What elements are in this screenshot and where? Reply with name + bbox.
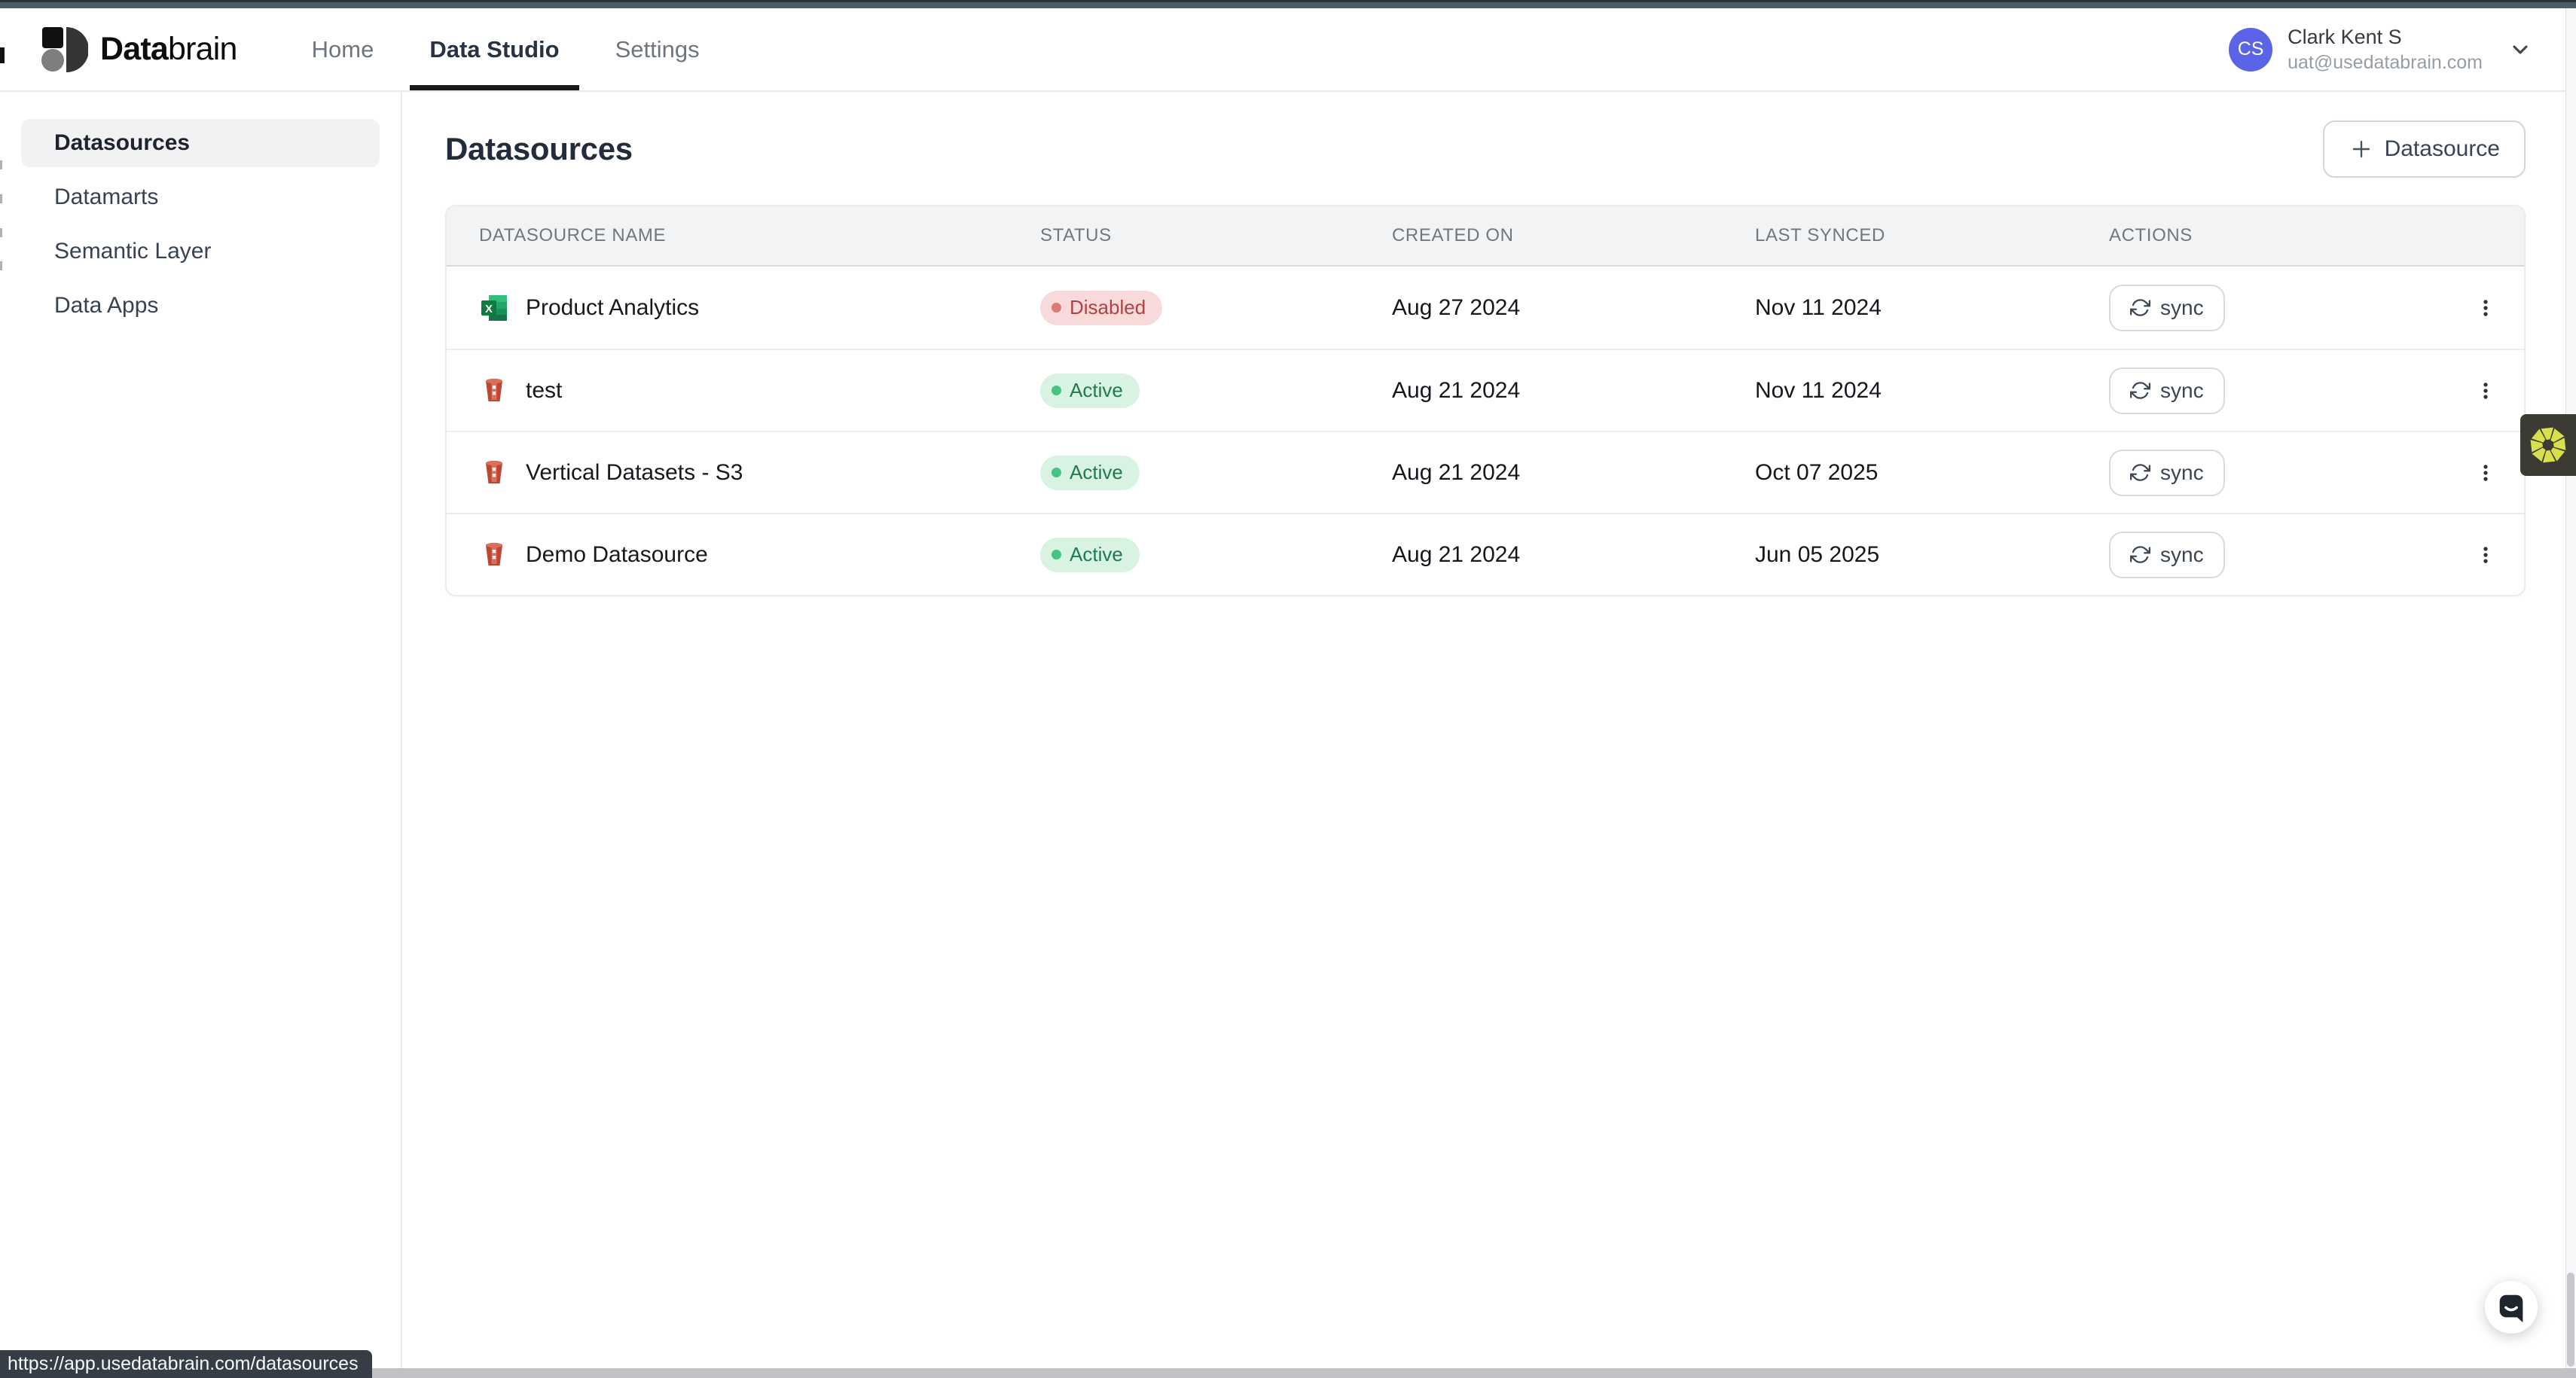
primary-nav: Home Data Studio Settings: [284, 8, 728, 90]
app-window: Databrain Home Data Studio Settings CS C…: [0, 0, 2576, 1378]
sidebar-item-datasources[interactable]: Datasources: [21, 119, 380, 167]
status-badge: Active: [1040, 373, 1140, 408]
column-header: CREATED ON: [1392, 225, 1755, 246]
datasource-name: Vertical Datasets - S3: [526, 460, 743, 486]
table-row[interactable]: X Product Analytics Disabled Aug 27 2024…: [447, 267, 2524, 349]
excel-icon: X: [479, 293, 509, 323]
last-synced: Oct 07 2025: [1755, 460, 2109, 486]
kebab-menu-button[interactable]: [2471, 373, 2501, 409]
kebab-icon: [2474, 544, 2497, 566]
created-on: Aug 27 2024: [1392, 295, 1755, 321]
column-header: STATUS: [1040, 225, 1392, 246]
aws-datasource-icon: [479, 376, 509, 406]
sync-button[interactable]: sync: [2109, 450, 2225, 496]
window-top-strip: [0, 0, 2576, 8]
asterisk-icon: [2529, 425, 2568, 465]
extension-asterisk-button[interactable]: [2520, 414, 2576, 476]
kebab-menu-button[interactable]: [2471, 290, 2501, 326]
datasource-name: Product Analytics: [526, 295, 699, 321]
table-header-row: DATASOURCE NAME STATUS CREATED ON LAST S…: [447, 206, 2524, 267]
sync-button[interactable]: sync: [2109, 285, 2225, 331]
kebab-menu-button[interactable]: [2471, 455, 2501, 491]
column-header: ACTIONS: [2109, 225, 2447, 246]
table-row[interactable]: Demo Datasource Active Aug 21 2024 Jun 0…: [447, 513, 2524, 595]
page-title: Datasources: [445, 131, 633, 167]
sync-button[interactable]: sync: [2109, 532, 2225, 578]
left-edge-artifact: [0, 160, 2, 169]
add-datasource-button[interactable]: Datasource: [2323, 120, 2526, 178]
table-row[interactable]: Vertical Datasets - S3 Active Aug 21 202…: [447, 431, 2524, 513]
refresh-icon: [2130, 380, 2150, 401]
brand-name: Databrain: [100, 31, 237, 68]
last-synced: Nov 11 2024: [1755, 378, 2109, 404]
app-header: Databrain Home Data Studio Settings CS C…: [0, 8, 2576, 92]
sidebar-item-datamarts[interactable]: Datamarts: [21, 173, 380, 221]
svg-text:X: X: [485, 303, 493, 316]
sidebar: Datasources Datamarts Semantic Layer Dat…: [0, 92, 402, 1377]
databrain-logo-icon: [41, 26, 88, 73]
sidebar-item-semantic-layer[interactable]: Semantic Layer: [21, 227, 380, 276]
column-header: DATASOURCE NAME: [447, 225, 1040, 246]
left-edge-artifact: [0, 261, 2, 270]
chat-bubble-icon: [2494, 1290, 2529, 1325]
refresh-icon: [2130, 544, 2150, 565]
kebab-icon: [2474, 297, 2497, 319]
refresh-icon: [2130, 297, 2150, 318]
kebab-icon: [2474, 462, 2497, 484]
avatar: CS: [2229, 28, 2272, 72]
datasource-name: test: [526, 378, 562, 404]
brand-logo[interactable]: Databrain: [0, 8, 237, 90]
scrollbar-track[interactable]: [2565, 8, 2576, 1368]
last-synced: Jun 05 2025: [1755, 542, 2109, 568]
user-menu[interactable]: CS Clark Kent S uat@usedatabrain.com: [2229, 8, 2532, 90]
chevron-down-icon: [2508, 38, 2532, 62]
table-row[interactable]: test Active Aug 21 2024 Nov 11 2024 sync: [447, 349, 2524, 431]
left-edge-artifact: [0, 194, 2, 203]
aws-datasource-icon: [479, 458, 509, 488]
user-email: uat@usedatabrain.com: [2288, 52, 2483, 74]
last-synced: Nov 11 2024: [1755, 295, 2109, 321]
sidebar-item-data-apps[interactable]: Data Apps: [21, 282, 380, 330]
datasources-table: DATASOURCE NAME STATUS CREATED ON LAST S…: [445, 205, 2526, 596]
status-badge: Active: [1040, 538, 1140, 572]
created-on: Aug 21 2024: [1392, 542, 1755, 568]
refresh-icon: [2130, 462, 2150, 483]
user-name: Clark Kent S: [2288, 26, 2483, 49]
sync-button[interactable]: sync: [2109, 367, 2225, 414]
nav-data-studio[interactable]: Data Studio: [410, 8, 578, 90]
kebab-icon: [2474, 380, 2497, 402]
left-edge-artifact: [0, 47, 5, 63]
datasource-name: Demo Datasource: [526, 542, 708, 568]
aws-datasource-icon: [479, 540, 509, 570]
plus-icon: [2349, 136, 2374, 162]
chat-launcher-button[interactable]: [2485, 1281, 2538, 1334]
status-badge: Disabled: [1040, 291, 1162, 325]
created-on: Aug 21 2024: [1392, 378, 1755, 404]
left-edge-artifact: [0, 228, 2, 237]
main-content: Datasources Datasource DATASOURCE NAME S…: [402, 92, 2576, 1377]
kebab-menu-button[interactable]: [2471, 537, 2501, 573]
created-on: Aug 21 2024: [1392, 460, 1755, 486]
status-badge: Active: [1040, 456, 1140, 490]
nav-home[interactable]: Home: [292, 8, 394, 90]
scrollbar-thumb[interactable]: [2567, 1273, 2574, 1367]
window-bottom-edge: [0, 1368, 2576, 1378]
nav-settings[interactable]: Settings: [596, 8, 719, 90]
browser-status-url: https://app.usedatabrain.com/datasources: [0, 1350, 372, 1378]
column-header: LAST SYNCED: [1755, 225, 2109, 246]
